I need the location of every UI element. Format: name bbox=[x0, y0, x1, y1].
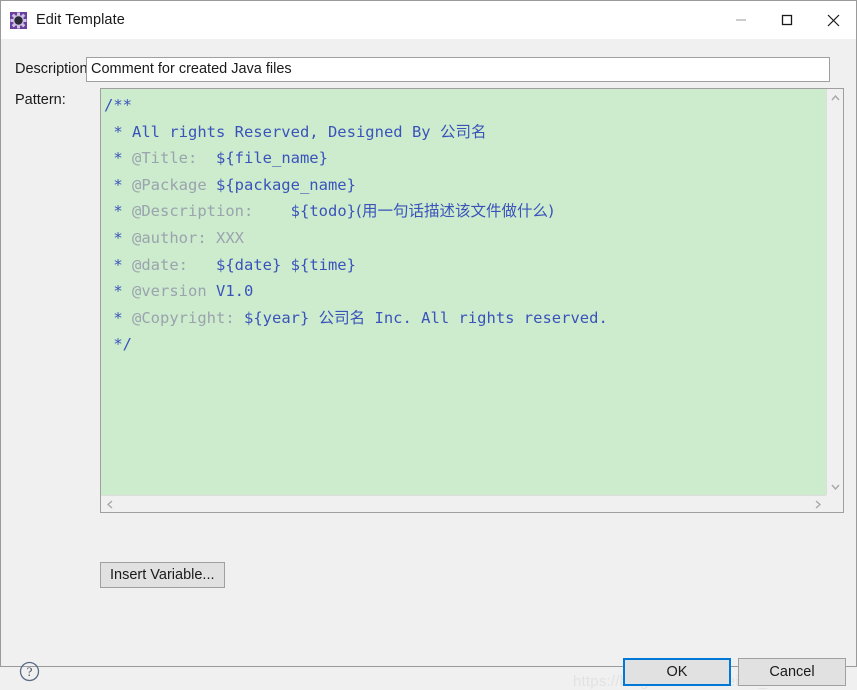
scrollbar-corner bbox=[826, 495, 843, 512]
help-icon[interactable]: ? bbox=[19, 661, 40, 682]
dialog-content: Description: Pattern: /** * All rights R… bbox=[1, 39, 856, 690]
ok-button[interactable]: OK bbox=[623, 658, 731, 686]
minimize-icon[interactable] bbox=[718, 1, 764, 39]
maximize-icon[interactable] bbox=[764, 1, 810, 39]
window-controls bbox=[718, 1, 856, 39]
edit-template-dialog: Edit Template Description: Comment for c… bbox=[0, 0, 857, 690]
cancel-button[interactable]: Cancel bbox=[738, 658, 846, 686]
pattern-textarea[interactable]: /** * All rights Reserved, Designed By 公… bbox=[101, 89, 826, 495]
pattern-code: /** * All rights Reserved, Designed By 公… bbox=[104, 96, 608, 354]
title-bar[interactable]: Edit Template bbox=[1, 1, 856, 39]
pattern-label: Pattern: bbox=[15, 92, 66, 108]
svg-text:?: ? bbox=[27, 664, 33, 679]
pattern-editor: /** * All rights Reserved, Designed By 公… bbox=[100, 88, 844, 513]
window-title: Edit Template bbox=[36, 12, 125, 28]
chevron-left-icon[interactable] bbox=[103, 498, 116, 511]
description-row: Description: bbox=[1, 56, 856, 82]
vertical-scrollbar[interactable] bbox=[826, 89, 843, 495]
description-label: Description: bbox=[15, 61, 92, 77]
horizontal-scrollbar[interactable] bbox=[101, 495, 826, 512]
insert-variable-button[interactable]: Insert Variable... bbox=[100, 562, 225, 588]
chevron-down-icon[interactable] bbox=[829, 480, 842, 493]
chevron-right-icon[interactable] bbox=[811, 498, 824, 511]
description-input[interactable] bbox=[86, 56, 830, 82]
chevron-up-icon[interactable] bbox=[829, 91, 842, 104]
template-gear-icon bbox=[10, 11, 27, 29]
close-icon[interactable] bbox=[810, 1, 856, 39]
